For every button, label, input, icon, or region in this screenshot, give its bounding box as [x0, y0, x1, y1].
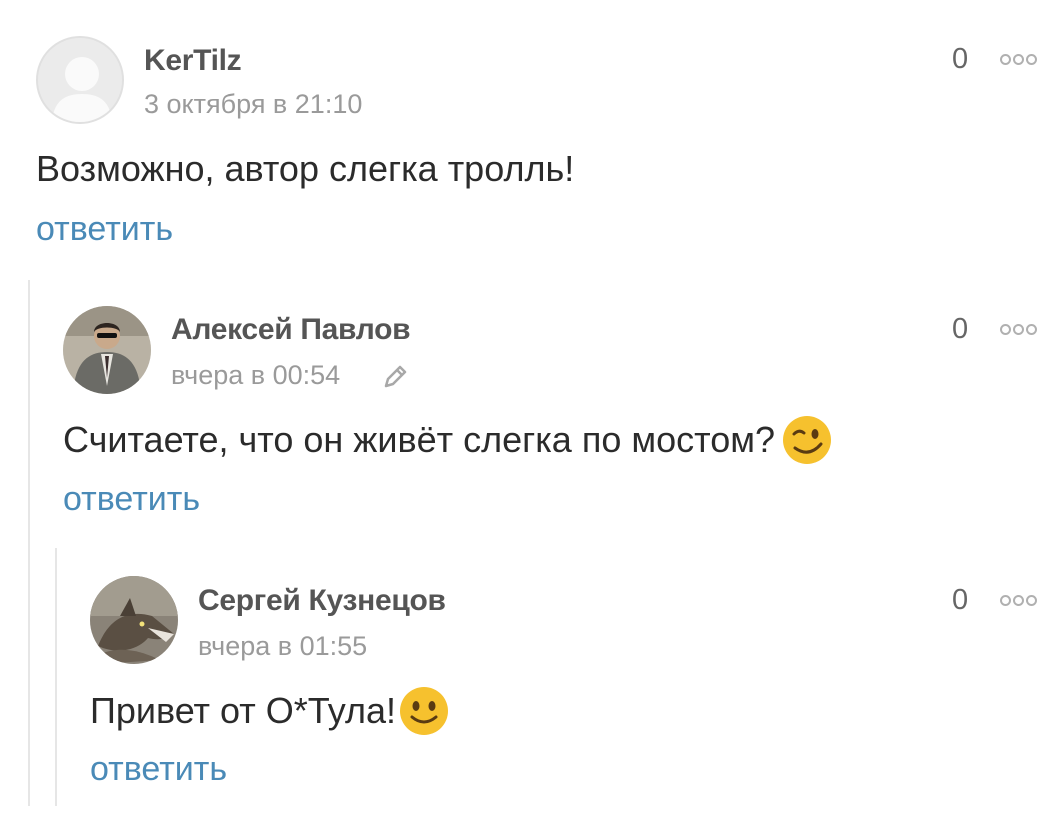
comment-date: вчера в 00:54 [171, 360, 341, 390]
comment-text: Считаете, что он живёт слегка по мостом? [63, 419, 775, 460]
author-name[interactable]: Сергей Кузнецов [198, 584, 446, 618]
smiling-face-emoji-icon [399, 687, 448, 735]
comment-score: 0 [952, 43, 969, 75]
more-options-icon[interactable] [1000, 52, 1040, 66]
comment-score: 0 [952, 584, 969, 616]
comment-score: 0 [952, 313, 969, 345]
comment-date: 3 октября в 21:10 [144, 89, 363, 119]
author-name[interactable]: Алексей Павлов [171, 313, 411, 347]
thread-line-level-1 [28, 280, 30, 806]
comment-text: Привет от О*Тула! [90, 690, 396, 731]
avatar[interactable] [63, 306, 151, 394]
comment-text: Возможно, автор слегка тролль! [36, 148, 575, 189]
more-options-icon[interactable] [1000, 593, 1040, 607]
comment-date: вчера в 01:55 [198, 631, 368, 661]
reply-link[interactable]: ответить [63, 480, 200, 519]
pencil-icon [384, 365, 407, 388]
comment-text-row: Считаете, что он живёт слегка по мостом? [63, 414, 833, 466]
more-options-icon[interactable] [1000, 322, 1040, 336]
avatar[interactable] [36, 36, 124, 124]
thread-line-level-2 [55, 548, 57, 806]
wolf-avatar-icon [90, 576, 178, 664]
reply-link[interactable]: ответить [90, 750, 227, 789]
comment-text-row: Привет от О*Тула! [90, 685, 450, 737]
author-name[interactable]: KerTilz [144, 44, 242, 78]
default-user-avatar-icon [38, 38, 122, 122]
avatar[interactable] [90, 576, 178, 664]
reply-link[interactable]: ответить [36, 210, 173, 249]
winking-face-emoji-icon [782, 416, 831, 464]
man-in-suit-avatar-icon [63, 306, 151, 394]
